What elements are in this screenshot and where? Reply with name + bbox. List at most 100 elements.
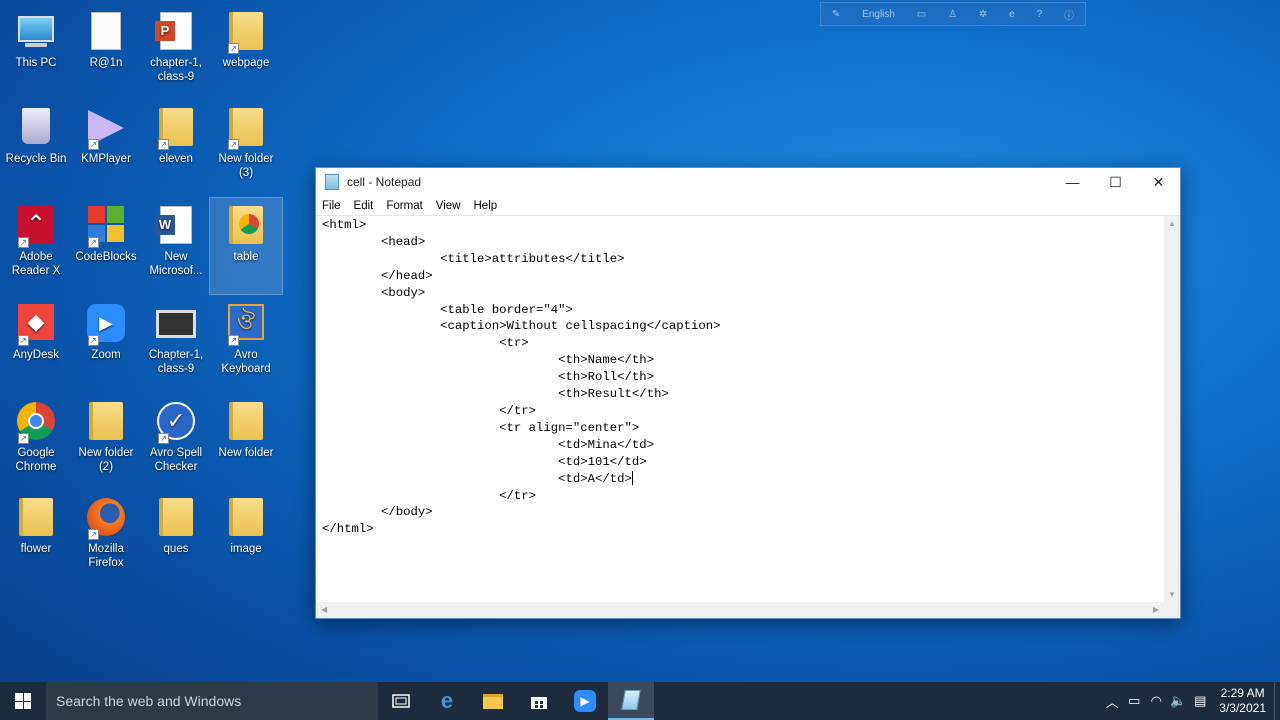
- action-center-icon[interactable]: ▤: [1189, 693, 1211, 709]
- folder-icon: [226, 498, 266, 538]
- maximize-button[interactable]: ☐: [1094, 168, 1137, 196]
- editor-line: <table border="4">: [322, 302, 573, 317]
- clock-date: 3/3/2021: [1219, 701, 1266, 715]
- desktop-icon-avro-keyboard[interactable]: ঔ ↗ Avro Keyboard: [210, 296, 282, 392]
- edge-button[interactable]: e: [424, 682, 470, 720]
- editor-line: <th>Roll</th>: [322, 370, 655, 385]
- desktop-icon-label: New folder: [218, 447, 274, 459]
- desktop-icon-eleven[interactable]: ↗ eleven: [140, 100, 212, 196]
- language-bar[interactable]: ✎ English ▭ ♙ ✲ e ? ⓘ: [820, 2, 1086, 26]
- folder-icon: ↗: [156, 108, 196, 150]
- shortcut-arrow-icon: ↗: [88, 335, 99, 346]
- horizontal-scrollbar[interactable]: ◀ ▶: [316, 602, 1164, 618]
- desktop-icon-zoom[interactable]: ▶ ↗ Zoom: [70, 296, 142, 392]
- shortcut-arrow-icon: ↗: [88, 529, 99, 540]
- show-desktop-button[interactable]: [1274, 682, 1280, 720]
- desktop-icon-image[interactable]: image: [210, 490, 282, 586]
- desktop-icon-avro-spell-checker[interactable]: ✓ ↗ Avro Spell Checker: [140, 394, 212, 490]
- scroll-left-icon[interactable]: ◀: [321, 605, 327, 614]
- scroll-right-icon[interactable]: ▶: [1153, 605, 1159, 614]
- ime-icon[interactable]: ✎: [832, 9, 840, 20]
- close-button[interactable]: ✕: [1137, 168, 1180, 196]
- desktop-icon-google-chrome[interactable]: ↗ Google Chrome: [0, 394, 72, 490]
- menu-bar: File Edit Format View Help: [316, 196, 1180, 216]
- desktop-icon-label: image: [230, 543, 262, 555]
- adobe-reader-icon: ⌃ ↗: [16, 206, 56, 248]
- scroll-up-icon[interactable]: ▲: [1168, 219, 1176, 228]
- system-tray: ︿ ▭ ◠ 🔈 ▤ 2:29 AM 3/3/2021: [1101, 682, 1280, 720]
- resize-grip[interactable]: [1164, 602, 1180, 618]
- clock-time: 2:29 AM: [1220, 686, 1265, 700]
- desktop-icon-recycle-bin[interactable]: Recycle Bin: [0, 100, 72, 196]
- menu-format[interactable]: Format: [386, 200, 422, 212]
- title-bar[interactable]: cell - Notepad — ☐ ✕: [316, 168, 1180, 196]
- shortcut-arrow-icon: ↗: [228, 335, 239, 346]
- desktop-icon-label: New folder (3): [218, 153, 274, 179]
- show-hidden-icons-icon[interactable]: ︿: [1101, 692, 1123, 711]
- help-icon[interactable]: ?: [1037, 9, 1043, 20]
- menu-edit[interactable]: Edit: [354, 200, 374, 212]
- search-placeholder: Search the web and Windows: [56, 693, 242, 709]
- desktop-icon-adobe-reader-x[interactable]: ⌃ ↗ Adobe Reader X: [0, 198, 72, 294]
- editor-line: <tr>: [322, 336, 529, 351]
- desktop-icon-r-1n[interactable]: R@1n: [70, 4, 142, 100]
- clock[interactable]: 2:29 AM 3/3/2021: [1211, 686, 1274, 716]
- desktop-icon-new-folder-2[interactable]: New folder (2): [70, 394, 142, 490]
- start-button[interactable]: [0, 682, 46, 720]
- edge-icon: e: [440, 688, 454, 713]
- desktop-icon-kmplayer[interactable]: ↗ KMPlayer: [70, 100, 142, 196]
- taskbar-search[interactable]: Search the web and Windows: [46, 682, 378, 720]
- kmplayer-icon: ↗: [86, 108, 126, 150]
- desktop-icon-flower[interactable]: flower: [0, 490, 72, 586]
- shortcut-arrow-icon: ↗: [18, 335, 29, 346]
- edge-icon[interactable]: e: [1009, 9, 1015, 20]
- desktop-icon-new-folder[interactable]: New folder: [210, 394, 282, 490]
- desktop-icon-label: Recycle Bin: [5, 153, 67, 165]
- desktop-icon-this-pc[interactable]: This PC: [0, 4, 72, 100]
- language-label[interactable]: English: [862, 9, 895, 20]
- desktop-icon-table[interactable]: table: [209, 197, 283, 295]
- zoom-button[interactable]: ▶: [562, 682, 608, 720]
- desktop-icon-chapter-1-class-9[interactable]: Chapter-1, class-9: [140, 296, 212, 392]
- desktop-icon-chapter-1-class-9[interactable]: Pchapter-1, class-9: [140, 4, 212, 100]
- folder-icon: [226, 402, 266, 442]
- info-icon[interactable]: ⓘ: [1064, 7, 1074, 22]
- shortcut-arrow-icon: ↗: [228, 139, 239, 150]
- keyboard-icon[interactable]: ▭: [917, 9, 926, 20]
- desktop-icon-codeblocks[interactable]: ↗ CodeBlocks: [70, 198, 142, 294]
- wifi-icon[interactable]: ◠: [1145, 693, 1167, 709]
- power-icon[interactable]: ▭: [1123, 693, 1145, 709]
- desktop-icon-new-folder-3[interactable]: ↗ New folder (3): [210, 100, 282, 196]
- windows-logo-icon: [15, 693, 31, 709]
- desktop-icon-label: New Microsof...: [149, 251, 203, 277]
- notepad-taskbar-button[interactable]: [608, 682, 654, 720]
- vertical-scrollbar[interactable]: ▲ ▼: [1164, 216, 1180, 602]
- window-title: cell - Notepad: [347, 175, 422, 189]
- desktop-icon-anydesk[interactable]: ◆ ↗ AnyDesk: [0, 296, 72, 392]
- scroll-down-icon[interactable]: ▼: [1168, 590, 1176, 599]
- desktop-icon-label: Avro Keyboard: [221, 349, 271, 375]
- zoom-icon: ▶: [574, 690, 596, 712]
- desktop-icon-label: chapter-1, class-9: [150, 57, 202, 83]
- minimize-button[interactable]: —: [1051, 168, 1094, 196]
- zoom-icon: ▶ ↗: [86, 304, 126, 346]
- task-view-button[interactable]: [378, 682, 424, 720]
- notepad-icon: [325, 174, 339, 190]
- desktop-icon-webpage[interactable]: ↗ webpage: [210, 4, 282, 100]
- folder-icon: ↗: [226, 108, 266, 150]
- editor-line: <html>: [322, 218, 367, 232]
- desktop-icon-mozilla-firefox[interactable]: ↗ Mozilla Firefox: [70, 490, 142, 586]
- mic-icon[interactable]: ♙: [948, 9, 957, 20]
- desktop-icon-new-microsof[interactable]: W New Microsof...: [140, 198, 212, 294]
- volume-icon[interactable]: 🔈: [1167, 693, 1189, 709]
- store-button[interactable]: [516, 682, 562, 720]
- settings-icon[interactable]: ✲: [979, 9, 987, 20]
- menu-file[interactable]: File: [322, 200, 341, 212]
- desktop-icon-ques[interactable]: ques: [140, 490, 212, 586]
- file-explorer-button[interactable]: [470, 682, 516, 720]
- menu-help[interactable]: Help: [474, 200, 498, 212]
- desktop-icon-label: Chapter-1, class-9: [148, 349, 204, 375]
- menu-view[interactable]: View: [436, 200, 461, 212]
- desktop-icon-label: Mozilla Firefox: [88, 543, 124, 569]
- text-editor[interactable]: <html> <head> <title>attributes</title> …: [316, 216, 1164, 602]
